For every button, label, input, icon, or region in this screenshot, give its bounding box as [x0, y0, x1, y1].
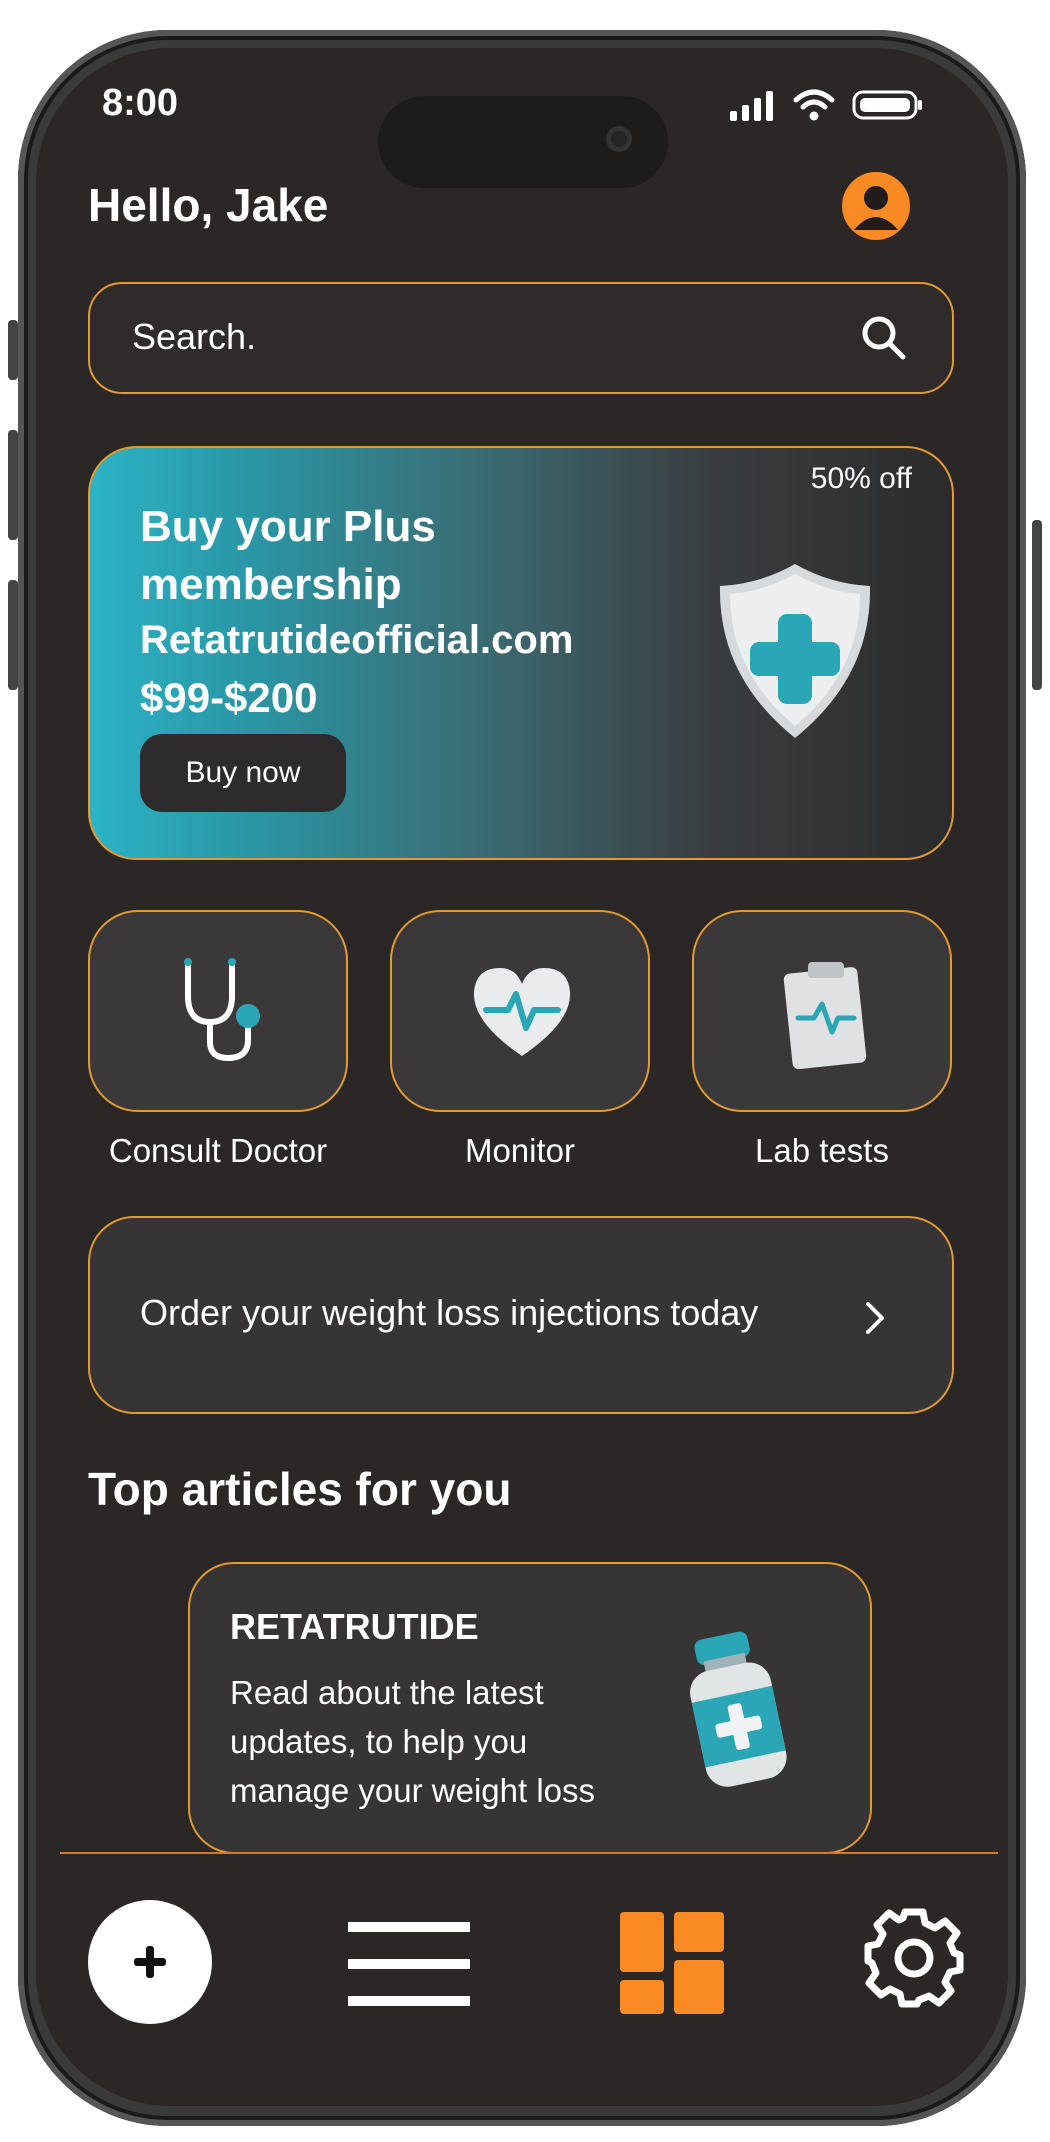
heart-monitor-icon [473, 968, 571, 1056]
chevron-right-icon [866, 1302, 884, 1334]
lab-tests-label: Lab tests [755, 1132, 889, 1169]
shield-icon [719, 564, 871, 738]
stethoscope-icon [184, 958, 260, 1062]
grid-icon[interactable] [618, 1910, 728, 2016]
article-title: RETATRUTIDE [230, 1606, 479, 1647]
articles-section-title: Top articles for you [88, 1463, 512, 1515]
promo-website: Retatrutideofficial.com [140, 618, 574, 662]
article-body: Read about the latest updates, to help y… [230, 1674, 596, 1809]
side-button [8, 320, 18, 380]
buy-now-button[interactable]: Buy now [140, 734, 346, 812]
user-icon [854, 186, 898, 230]
greeting: Hello, Jake [88, 179, 329, 231]
search-bar[interactable]: Search. [88, 282, 954, 394]
search-icon[interactable] [858, 312, 910, 364]
consult-doctor-label: Consult Doctor [108, 1132, 328, 1169]
status-time: 8:00 [102, 82, 179, 124]
discount-badge: 50% off [810, 462, 912, 495]
consult-doctor-tile[interactable] [88, 910, 348, 1112]
hamburger-icon[interactable] [346, 1918, 472, 2010]
side-button [1032, 520, 1042, 690]
status-icons [728, 88, 924, 122]
side-button [8, 580, 18, 690]
gear-icon[interactable] [862, 1906, 966, 2010]
signal-icon [730, 91, 773, 121]
clipboard-icon [783, 962, 867, 1070]
order-injections-card[interactable]: Order your weight loss injections today [88, 1216, 954, 1414]
nav-add-button[interactable] [88, 1900, 212, 2024]
app-screen: 8:00 Hello, Jake Search. 50% off Buy you… [36, 48, 1008, 2106]
promo-title: Buy your Plus membership [140, 502, 436, 609]
plus-icon [134, 1946, 166, 1978]
wifi-icon [793, 89, 835, 121]
nav-divider [60, 1852, 998, 1854]
promo-card[interactable]: 50% off Buy your Plus membership Retatru… [88, 446, 954, 860]
lab-tests-tile[interactable] [692, 910, 952, 1112]
side-button [8, 430, 18, 540]
article-card[interactable]: RETATRUTIDE Read about the latest update… [188, 1562, 872, 1854]
search-input[interactable]: Search. [132, 316, 256, 358]
medicine-vial-icon [690, 1631, 787, 1787]
battery-icon [852, 90, 922, 120]
avatar[interactable] [842, 172, 910, 240]
promo-price: $99-$200 [140, 674, 318, 721]
monitor-tile[interactable] [390, 910, 650, 1112]
monitor-label: Monitor [464, 1132, 576, 1169]
order-banner-text: Order your weight loss injections today [140, 1292, 759, 1333]
dynamic-island [378, 96, 668, 188]
